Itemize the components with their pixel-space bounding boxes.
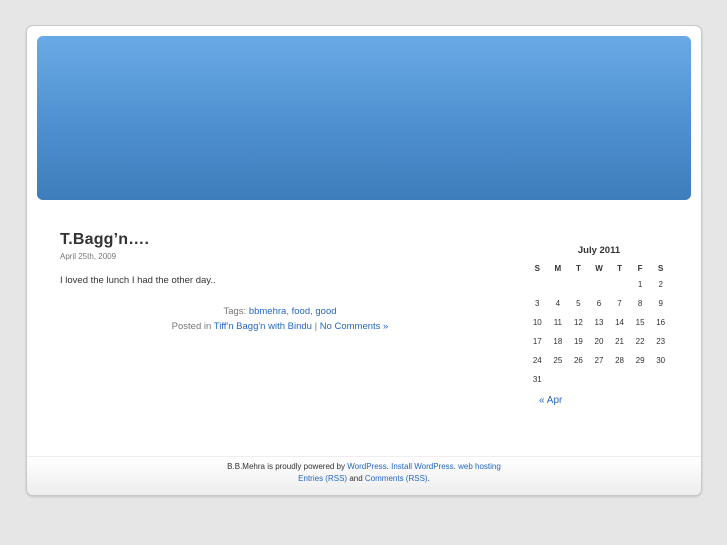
calendar-day: 31 xyxy=(532,375,542,384)
calendar-week-row: 24 25 26 27 28 29 30 xyxy=(527,351,671,370)
calendar-day: 16 xyxy=(656,318,666,327)
calendar-day: 20 xyxy=(594,337,604,346)
footer-line-1: B.B.Mehra is proudly powered by WordPres… xyxy=(227,462,501,471)
calendar-day xyxy=(589,275,610,294)
footer-powered-text: B.B.Mehra is proudly powered by xyxy=(227,462,346,471)
calendar-day: 5 xyxy=(576,299,581,308)
calendar-day: 29 xyxy=(635,356,645,365)
calendar-day xyxy=(630,370,651,389)
calendar-week-row: 10 11 12 13 14 15 16 xyxy=(527,313,671,332)
calendar-day: 2 xyxy=(658,280,663,289)
footer-install-link[interactable]: Install WordPress xyxy=(391,462,454,471)
post-category-line: Posted in Tiff'n Bagg'n with Bindu | No … xyxy=(60,319,500,334)
weekday-thursday: T xyxy=(617,263,622,273)
calendar-day: 25 xyxy=(553,356,563,365)
calendar-day: 7 xyxy=(617,299,622,308)
comments-link[interactable]: No Comments » xyxy=(320,321,389,332)
calendar-day: 26 xyxy=(573,356,583,365)
calendar-weekday-row: S M T W T F S xyxy=(527,261,671,275)
category-link[interactable]: Tiff'n Bagg'n with Bindu xyxy=(214,321,312,332)
posted-in-label: Posted in xyxy=(171,321,212,332)
calendar-day xyxy=(609,370,630,389)
weekday-sunday: S xyxy=(534,263,540,273)
calendar-nav: « Apr xyxy=(527,395,671,406)
weekday-saturday: S xyxy=(658,263,664,273)
calendar-day: 23 xyxy=(656,337,666,346)
footer-entries-rss-link[interactable]: Entries (RSS) xyxy=(298,474,347,483)
post-body: I loved the lunch I had the other day.. xyxy=(60,275,216,286)
calendar-day: 3 xyxy=(535,299,540,308)
header-banner[interactable] xyxy=(37,36,691,200)
calendar-day xyxy=(568,275,589,294)
calendar-day: 28 xyxy=(615,356,624,365)
calendar-day: 19 xyxy=(573,337,583,346)
calendar-day: 4 xyxy=(555,299,561,308)
calendar-day: 18 xyxy=(553,337,563,346)
calendar-day: 1 xyxy=(637,280,643,289)
calendar-table: S M T W T F S 1 2 3 4 5 6 7 8 9 10 11 12… xyxy=(527,261,671,389)
calendar-day xyxy=(548,275,569,294)
weekday-friday: F xyxy=(637,263,643,273)
meta-separator: | xyxy=(314,321,318,332)
calendar-day: 17 xyxy=(532,337,542,346)
calendar-day: 27 xyxy=(594,356,604,365)
calendar-day: 15 xyxy=(635,318,645,327)
weekday-wednesday: W xyxy=(595,263,603,273)
calendar-day xyxy=(548,370,569,389)
page-container: T.Bagg’n…. April 25th, 2009 I loved the … xyxy=(26,25,702,496)
calendar-day: 11 xyxy=(553,318,562,327)
calendar-week-row: 1 2 xyxy=(527,275,671,294)
calendar-week-row: 17 18 19 20 21 22 23 xyxy=(527,332,671,351)
tag-link-food[interactable]: food xyxy=(292,306,311,317)
calendar-prev-link[interactable]: « Apr xyxy=(539,395,562,406)
calendar-week-row: 31 xyxy=(527,370,671,389)
footer: B.B.Mehra is proudly powered by WordPres… xyxy=(27,456,701,495)
footer-comments-rss-link[interactable]: Comments (RSS) xyxy=(365,474,428,483)
post-title[interactable]: T.Bagg’n…. xyxy=(60,231,500,249)
calendar-day xyxy=(609,275,630,294)
sidebar: July 2011 S M T W T F S 1 2 3 4 5 6 7 8 … xyxy=(527,245,671,406)
post-date: April 25th, 2009 xyxy=(60,252,117,261)
calendar-day: 14 xyxy=(615,318,624,327)
calendar-day: 21 xyxy=(615,337,624,346)
tags-label: Tags: xyxy=(223,306,247,317)
calendar-day xyxy=(568,370,589,389)
calendar-day: 24 xyxy=(532,356,542,365)
calendar-day: 10 xyxy=(532,318,542,327)
post-tags: Tags: bbmehra, food, good xyxy=(223,306,337,317)
footer-line-2: Entries (RSS) and Comments (RSS). xyxy=(298,474,430,483)
post-meta: Tags: bbmehra, food, good Posted in Tiff… xyxy=(60,304,500,334)
footer-wordpress-link[interactable]: WordPress xyxy=(347,462,386,471)
weekday-monday: M xyxy=(554,263,562,273)
footer-hosting-link[interactable]: web hosting xyxy=(458,462,501,471)
calendar-caption: July 2011 xyxy=(577,245,621,256)
calendar-day xyxy=(650,370,671,389)
calendar-week-row: 3 4 5 6 7 8 9 xyxy=(527,294,671,313)
weekday-tuesday: T xyxy=(575,263,581,273)
calendar-day: 13 xyxy=(594,318,604,327)
calendar-day: 22 xyxy=(635,337,645,346)
calendar-day: 30 xyxy=(656,356,666,365)
calendar-day xyxy=(527,275,548,294)
calendar-day xyxy=(589,370,610,389)
footer-and-text: and xyxy=(349,474,363,483)
calendar-day: 12 xyxy=(573,318,583,327)
calendar-day: 9 xyxy=(658,299,663,308)
calendar-day: 8 xyxy=(637,299,643,308)
tag-link-good[interactable]: good xyxy=(315,306,336,317)
main-content: T.Bagg’n…. April 25th, 2009 I loved the … xyxy=(60,231,500,334)
tag-link-bbmehra[interactable]: bbmehra xyxy=(249,306,287,317)
calendar-day: 6 xyxy=(596,299,602,308)
